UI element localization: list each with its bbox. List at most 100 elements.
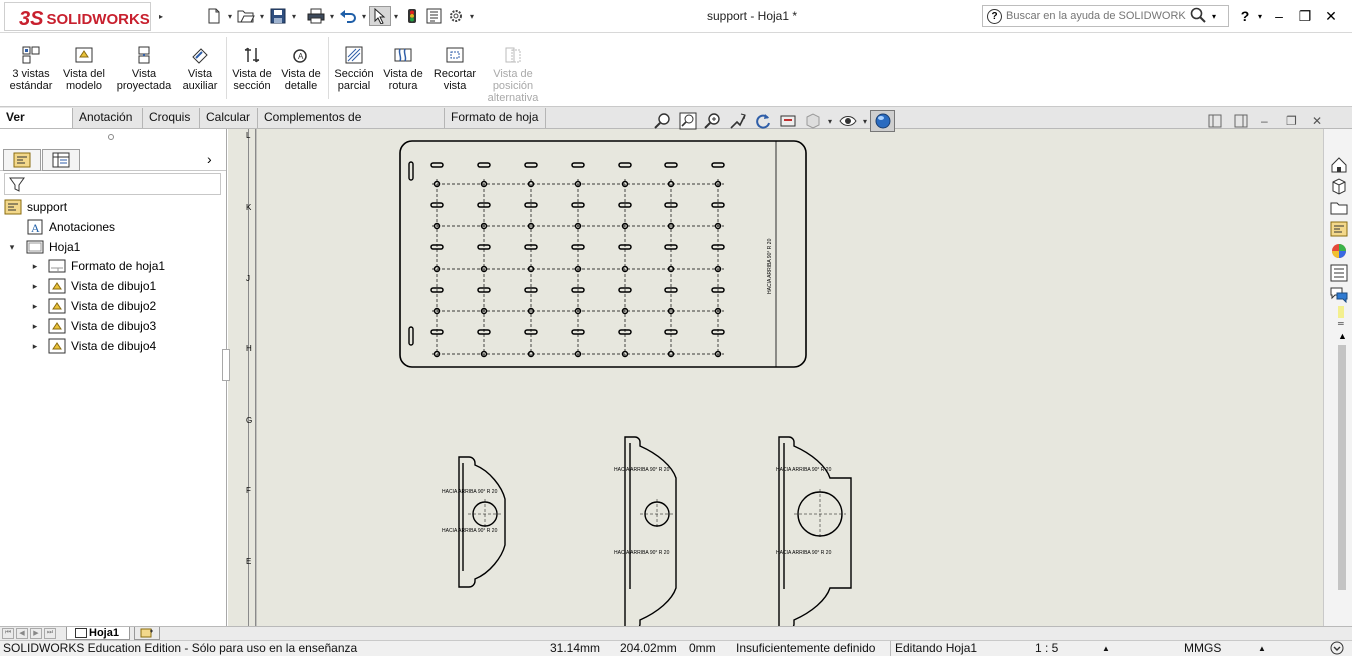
detail-view-icon: A [293,49,307,63]
tree-item-vista-de-dibujo2[interactable]: Vista de dibujo2 [48,296,156,316]
side-view-2[interactable] [624,436,677,626]
feature-manager-tab-icon[interactable] [3,149,41,171]
prev-sheet-icon[interactable]: ◀ [16,628,28,639]
expander-formato[interactable]: ▸ [30,261,40,271]
property-manager-tab-icon[interactable] [42,149,80,171]
doc-restore-icon[interactable]: ❐ [1286,114,1297,128]
help-search-input[interactable] [1006,10,1186,22]
recortar-vista-button[interactable]: Recortar vista [430,45,480,103]
tree-filter-box[interactable] [4,173,221,195]
vista-de-rotura-button[interactable]: Vista de rotura [381,45,425,103]
zone-letter: K [246,203,252,212]
close-icon[interactable]: ✕ [1318,8,1344,25]
tree-item-vista-de-dibujo4[interactable]: Vista de dibujo4 [48,336,156,356]
scale-up-arrow[interactable]: ▲ [1102,641,1110,656]
help-search-box[interactable]: ? ▾ [982,5,1229,27]
expander-hoja1[interactable]: ▾ [7,242,17,252]
auxiliary-view-icon [192,48,208,64]
side-view-3[interactable] [778,436,852,626]
tab-calcular[interactable]: Calcular [200,108,258,128]
vista-de-seccion-button[interactable]: Vista de sección [229,45,275,103]
tree-label: Formato de hoja1 [71,259,166,273]
vista-de-detalle-button[interactable]: A Vista de detalle [278,45,324,103]
sheet-nav-buttons[interactable]: ⏮ ◀ ▶ ⏭ [2,628,62,639]
minimize-icon[interactable]: ‒ [1266,8,1292,24]
expander-vista2[interactable]: ▸ [30,301,40,311]
custom-properties-icon[interactable] [1328,263,1350,283]
scroll-thumb[interactable] [1338,345,1346,590]
slot [664,162,678,168]
doc-close-icon[interactable]: ✕ [1312,114,1322,128]
expander-vista3[interactable]: ▸ [30,321,40,331]
panel-expand-arrow[interactable]: › [207,151,212,167]
3-vistas-estandar-button[interactable]: 3 vistas estándar [8,45,54,103]
tab-ver-diseno[interactable]: Ver diseño [0,108,73,143]
tree-item-formato-de-hoja1[interactable]: Formato de hoja1 [48,256,165,276]
help-dropdown-arrow[interactable]: ▾ [1254,12,1266,21]
filter-funnel-icon[interactable] [9,177,25,196]
search-magnifier-icon[interactable] [1190,7,1206,26]
view-note: HACIA ARRIBA 90° R 20 [614,550,670,556]
broken-out-section-icon [345,46,363,64]
hide-show-dropdown[interactable]: ▾ [860,111,870,131]
panel-resize-handle[interactable] [222,349,230,381]
display-style-dropdown[interactable]: ▾ [825,111,835,131]
ribbon-label: Sección [334,68,374,80]
tab-complementos[interactable]: Complementos de SOLIDWORKS [258,108,445,143]
scroll-up-arrow[interactable]: ▲ [1338,331,1348,341]
appearances-icon[interactable] [1328,241,1350,261]
expander-vista1[interactable]: ▸ [30,281,40,291]
vista-auxiliar-button[interactable]: Vista auxiliar [178,45,222,103]
vertical-scrollbar[interactable]: ═ ▲ [1338,320,1348,626]
first-sheet-icon[interactable]: ⏮ [2,628,14,639]
expander-vista4[interactable]: ▸ [30,341,40,351]
sheet-tab-hoja1[interactable]: Hoja1 [66,627,130,640]
tree-item-vista-de-dibujo1[interactable]: Vista de dibujo1 [48,276,156,296]
side-view-1[interactable] [458,456,506,588]
drawing-sheet[interactable]: HACIA ARRIBA 90° R 20 HACIA ARRIBA 90° R… [256,129,1322,626]
tree-label: Vista de dibujo3 [71,319,157,333]
ribbon-label: proyectada [116,80,172,92]
tree-item-anotaciones[interactable]: A Anotaciones [26,217,115,237]
slot [524,162,538,168]
tab-anotacion[interactable]: Anotación [73,108,143,128]
file-explorer-icon[interactable] [1328,198,1350,218]
panel-splitter-handle[interactable] [108,134,114,140]
design-library-icon[interactable] [1328,176,1350,196]
seccion-parcial-button[interactable]: Sección parcial [331,45,377,103]
solidworks-resources-home-icon[interactable] [1328,155,1350,175]
ribbon-separator [226,37,227,99]
add-sheet-icon[interactable] [134,627,160,640]
status-units[interactable]: MMGS [1184,641,1221,656]
vista-posicion-alternativa-button[interactable]: Vista de posición alternativa [484,45,542,104]
slot [477,162,491,168]
sheet-zone-ruler: L K J H G F E [228,129,256,626]
window-controls: ? ▾ ‒ ❐ ✕ [1236,6,1344,26]
tree-root-support[interactable]: support [4,197,67,217]
vista-del-modelo-button[interactable]: Vista del modelo [58,45,110,103]
plate-top-view[interactable] [399,140,807,368]
zone-letter: E [246,557,252,566]
ribbon-label: Vista de [232,68,272,80]
restore-icon[interactable]: ❐ [1292,8,1318,25]
vista-proyectada-button[interactable]: Vista proyectada [113,45,175,103]
forum-icon[interactable] [1328,284,1350,304]
last-sheet-icon[interactable]: ⏭ [44,628,56,639]
customize-chevron-icon[interactable] [1330,641,1344,659]
zone-letter: H [246,344,252,353]
tree-item-vista-de-dibujo3[interactable]: Vista de dibujo3 [48,316,156,336]
search-dropdown-arrow[interactable]: ▾ [1212,12,1216,21]
ribbon-label: alternativa [487,92,539,104]
tab-croquis[interactable]: Croquis [143,108,200,128]
doc-minimize-icon[interactable]: ‒ [1261,114,1268,128]
tab-formato-de-hoja[interactable]: Formato de hoja [445,108,546,128]
units-up-arrow[interactable]: ▲ [1258,641,1266,656]
next-sheet-icon[interactable]: ▶ [30,628,42,639]
scroll-grip-icon[interactable]: ═ [1338,320,1348,328]
tree-item-hoja1[interactable]: Hoja1 [26,237,80,257]
status-scale[interactable]: 1 : 5 [1035,641,1058,656]
help-menu-button[interactable]: ? [1236,8,1254,24]
drawing-doc-icon [4,199,22,215]
view-palette-icon[interactable] [1328,219,1350,239]
feature-manager-panel: › support A Anotaciones ▾ Hoja1 ▸ Format… [0,129,230,626]
